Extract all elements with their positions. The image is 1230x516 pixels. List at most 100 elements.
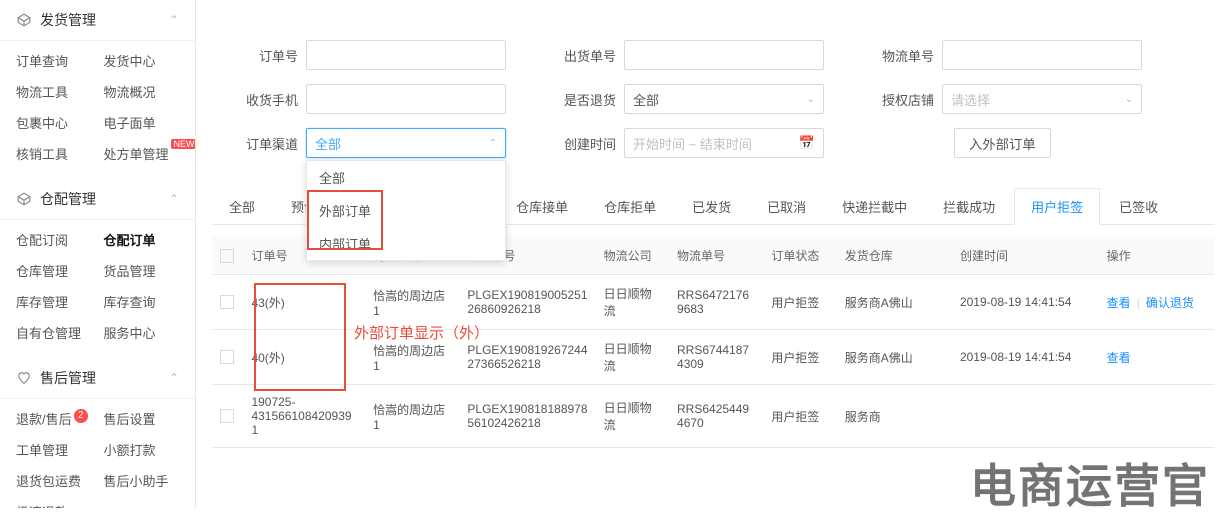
nav-group-title: 售后管理	[40, 368, 96, 388]
dropdown-menu: 全部外部订单内部订单	[306, 160, 506, 261]
status-tab-5[interactable]: 仓库拒单	[587, 188, 673, 224]
nav-item-0-7[interactable]: 处方单管理NEW	[98, 138, 186, 169]
cell-shop: 恰嵩的周边店1	[365, 385, 459, 448]
r1-input-2[interactable]	[942, 40, 1142, 70]
nav-item-0-2[interactable]: 物流工具	[10, 76, 98, 107]
r3-date-1[interactable]: 开始时间 ~ 结束时间📅	[624, 128, 824, 158]
status-tab-6[interactable]: 已发货	[675, 188, 748, 224]
th-7: 发货仓库	[837, 237, 952, 275]
status-tab-7[interactable]: 已取消	[750, 188, 823, 224]
cell-logi-co: 日日顺物流	[596, 330, 669, 385]
nav-item-2-1[interactable]: 售后设置	[98, 403, 186, 434]
status-tab-0[interactable]: 全部	[212, 188, 272, 224]
nav-item-1-4[interactable]: 库存管理	[10, 286, 98, 317]
op-sep: |	[1137, 296, 1140, 310]
r2-input-0[interactable]	[306, 84, 506, 114]
cell-order: 190725-431566108420939​1	[243, 385, 365, 448]
status-tab-11[interactable]: 已签收	[1102, 188, 1175, 224]
cell-logi-no: RRS67441874309	[669, 330, 763, 385]
cell-time	[952, 385, 1099, 448]
nav-item-2-6[interactable]: 极速退款	[10, 496, 98, 508]
calendar-icon: 📅	[799, 135, 815, 151]
nav-item-1-6[interactable]: 自有仓管理	[10, 317, 98, 348]
watermark: 电商运营官	[970, 450, 1210, 516]
checkbox-row[interactable]	[220, 350, 234, 364]
nav-item-0-3[interactable]: 物流概况	[98, 76, 186, 107]
checkbox-row[interactable]	[220, 295, 234, 309]
cell-ops	[1099, 385, 1214, 448]
cell-wh: 服务商A佛山	[837, 330, 952, 385]
status-tab-8[interactable]: 快递拦截中	[825, 188, 924, 224]
cell-status: 用户拒签	[763, 275, 836, 330]
nav-item-1-5[interactable]: 库存查询	[98, 286, 186, 317]
th-9: 操作	[1099, 237, 1214, 275]
filter-label: 物流单号	[864, 46, 934, 65]
r3-select-0[interactable]: 全部⌃	[306, 128, 506, 158]
nav-item-2-3[interactable]: 小额打款	[98, 434, 186, 465]
nav-group-title: 仓配管理	[40, 189, 96, 209]
chevron-up-icon: ⌃	[169, 192, 179, 206]
cell-ship: PLGEX190818188978561024262​18	[459, 385, 595, 448]
sidebar: 发货管理 ⌃ 订单查询发货中心物流工具物流概况包裹中心电子面单核销工具处方单管理…	[0, 0, 196, 508]
badge-new: NEW	[171, 139, 196, 149]
cell-order: 40(外)	[243, 330, 365, 385]
import-external-button[interactable]: 入外部订单	[954, 128, 1051, 158]
cell-status: 用户拒签	[763, 330, 836, 385]
r2-select-2[interactable]: 请选择⌄	[942, 84, 1142, 114]
r1-input-1[interactable]	[624, 40, 824, 70]
nav-item-2-0[interactable]: 退款/售后2	[10, 403, 98, 434]
nav-item-1-1[interactable]: 仓配订单	[98, 224, 186, 255]
chevron-down-icon: ⌄	[807, 94, 815, 105]
nav-item-2-5[interactable]: 售后小助手	[98, 465, 186, 496]
r2-select-1[interactable]: 全部⌄	[624, 84, 824, 114]
chevron-up-icon: ⌃	[489, 138, 497, 149]
nav-group-title: 发货管理	[40, 10, 96, 30]
th-5: 物流单号	[669, 237, 763, 275]
op-查看[interactable]: 查看	[1107, 296, 1131, 310]
cell-logi-co: 日日顺物流	[596, 275, 669, 330]
op-查看[interactable]: 查看	[1107, 351, 1131, 365]
filter-label: 授权店铺	[864, 90, 934, 109]
checkbox-all[interactable]	[220, 249, 234, 263]
nav-icon	[16, 370, 32, 386]
dropdown-item-1[interactable]: 外部订单	[307, 194, 505, 227]
checkbox-row[interactable]	[220, 409, 234, 423]
r1-input-0[interactable]	[306, 40, 506, 70]
badge-count: 2	[74, 409, 88, 423]
dropdown-item-2[interactable]: 内部订单	[307, 227, 505, 260]
nav-item-0-6[interactable]: 核销工具	[10, 138, 98, 169]
nav-group-2[interactable]: 售后管理 ⌃	[0, 358, 195, 399]
cell-logi-no: RRS64254494670	[669, 385, 763, 448]
filter-group: 创建时间开始时间 ~ 结束时间📅	[546, 128, 824, 158]
th-8: 创建时间	[952, 237, 1099, 275]
nav-item-1-0[interactable]: 仓配订阅	[10, 224, 98, 255]
nav-item-0-4[interactable]: 包裹中心	[10, 107, 98, 138]
status-tab-4[interactable]: 仓库接单	[499, 188, 585, 224]
annotation-text: 外部订单显示（外）	[354, 322, 489, 343]
dropdown-item-0[interactable]: 全部	[307, 161, 505, 194]
filter-group: 物流单号	[864, 40, 1142, 70]
nav-item-1-2[interactable]: 仓库管理	[10, 255, 98, 286]
cell-time: 2019-08-19 14:41:54	[952, 275, 1099, 330]
nav-item-0-0[interactable]: 订单查询	[10, 45, 98, 76]
th-checkbox	[212, 237, 243, 275]
nav-group-1[interactable]: 仓配管理 ⌃	[0, 179, 195, 220]
filter-group: 订单渠道 全部⌃ 全部外部订单内部订单	[228, 128, 506, 158]
cell-logi-co: 日日顺物流	[596, 385, 669, 448]
filter-group: 订单号	[228, 40, 506, 70]
nav-item-1-7[interactable]: 服务中心	[98, 317, 186, 348]
status-tab-10[interactable]: 用户拒签	[1014, 188, 1100, 225]
filter-label: 出货单号	[546, 46, 616, 65]
filter-group: 收货手机	[228, 84, 506, 114]
nav-item-0-5[interactable]: 电子面单	[98, 107, 186, 138]
nav-item-0-1[interactable]: 发货中心	[98, 45, 186, 76]
nav-item-2-2[interactable]: 工单管理	[10, 434, 98, 465]
nav-item-2-4[interactable]: 退货包运费	[10, 465, 98, 496]
nav-group-0[interactable]: 发货管理 ⌃	[0, 0, 195, 41]
op-确认退货[interactable]: 确认退货	[1146, 296, 1194, 310]
nav-item-1-3[interactable]: 货品管理	[98, 255, 186, 286]
filter-label: 订单号	[228, 46, 298, 65]
nav-icon	[16, 191, 32, 207]
status-tab-9[interactable]: 拦截成功	[926, 188, 1012, 224]
th-4: 物流公司	[596, 237, 669, 275]
